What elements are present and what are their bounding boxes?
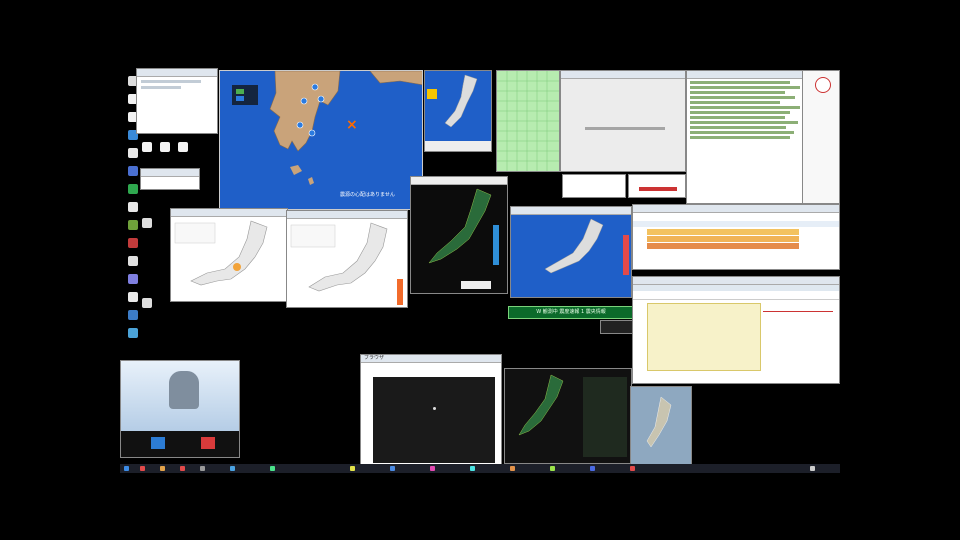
highlighted-rows bbox=[647, 303, 761, 371]
window-titlebar[interactable]: ブラウザ bbox=[361, 355, 501, 363]
taskbar-app-icon[interactable] bbox=[390, 466, 395, 471]
report-table-window[interactable] bbox=[632, 276, 840, 384]
data-panel bbox=[583, 377, 627, 457]
app-icon[interactable] bbox=[128, 328, 138, 338]
station-marker bbox=[300, 97, 308, 105]
window-titlebar[interactable] bbox=[137, 69, 217, 77]
intensity-legend bbox=[232, 85, 258, 105]
small-dialog[interactable] bbox=[140, 168, 200, 190]
station-marker bbox=[308, 129, 316, 137]
dark-japan-map-window[interactable] bbox=[410, 176, 508, 294]
window-titlebar[interactable] bbox=[287, 211, 407, 219]
alert-banner-text: W 観測中 震度速報 1 震央情報 bbox=[536, 309, 606, 315]
tray-icon[interactable] bbox=[810, 466, 815, 471]
progress-window[interactable] bbox=[628, 174, 686, 198]
app-icon[interactable] bbox=[128, 238, 138, 248]
taskbar-app-icon[interactable] bbox=[510, 466, 515, 471]
video-player[interactable] bbox=[373, 377, 495, 463]
taskbar-app-icon[interactable] bbox=[630, 466, 635, 471]
intensity-scale bbox=[397, 279, 403, 305]
quake-message: 震源の心配はありません bbox=[340, 192, 395, 198]
japan-landmass bbox=[428, 188, 492, 264]
taskbar bbox=[120, 464, 840, 473]
info-box bbox=[174, 222, 216, 244]
intensity-badge bbox=[427, 89, 437, 99]
small-window[interactable] bbox=[562, 174, 626, 198]
epicenter-marker: × bbox=[346, 117, 358, 133]
start-button[interactable] bbox=[124, 466, 129, 471]
japan-landmass bbox=[518, 374, 564, 436]
broadcast-window[interactable] bbox=[120, 360, 240, 458]
blue-japan-map-window[interactable] bbox=[510, 206, 632, 298]
logo-badge bbox=[461, 281, 491, 289]
japan-map-window-a[interactable] bbox=[170, 208, 288, 302]
presenter-figure bbox=[169, 371, 199, 409]
control-bar bbox=[121, 431, 239, 457]
window-titlebar[interactable] bbox=[141, 169, 199, 177]
taskbar-app-icon[interactable] bbox=[160, 466, 165, 471]
window-titlebar[interactable] bbox=[687, 71, 817, 79]
time-display bbox=[600, 320, 634, 334]
taskbar-app-icon[interactable] bbox=[200, 466, 205, 471]
satellite-map-window[interactable] bbox=[630, 386, 692, 466]
app-icon[interactable] bbox=[128, 274, 138, 284]
app-icon[interactable] bbox=[142, 142, 152, 152]
app-icon[interactable] bbox=[128, 220, 138, 230]
station-marker bbox=[296, 121, 304, 129]
alert-banner: W 観測中 震度速報 1 震央情報 bbox=[508, 306, 634, 319]
japan-map-window-small[interactable] bbox=[424, 70, 492, 152]
blank-window[interactable] bbox=[136, 68, 218, 134]
taskbar-app-icon[interactable] bbox=[350, 466, 355, 471]
earthquake-map-window[interactable]: × 震源の心配はありません bbox=[219, 70, 423, 210]
info-box bbox=[290, 224, 336, 248]
side-panel[interactable] bbox=[802, 70, 840, 204]
station-marker bbox=[311, 83, 319, 91]
app-icon[interactable] bbox=[128, 148, 138, 158]
taskbar-app-icon[interactable] bbox=[230, 466, 235, 471]
data-table-window[interactable] bbox=[632, 204, 840, 270]
window-titlebar[interactable] bbox=[511, 207, 631, 215]
clock-icon bbox=[815, 77, 831, 93]
intensity-scale bbox=[493, 225, 499, 265]
info-button[interactable] bbox=[151, 437, 165, 449]
status-bar bbox=[425, 141, 491, 151]
stop-button[interactable] bbox=[201, 437, 215, 449]
japan-map-window-b[interactable] bbox=[286, 210, 408, 308]
gray-dialog-window[interactable] bbox=[560, 70, 686, 172]
taskbar-app-icon[interactable] bbox=[140, 466, 145, 471]
intensity-marker bbox=[233, 263, 241, 271]
desktop-screen: × 震源の心配はありません W 観測中 震度速報 1 震央情報 ブラウザ bbox=[120, 68, 840, 473]
log-list-window[interactable] bbox=[686, 70, 818, 204]
taskbar-app-icon[interactable] bbox=[270, 466, 275, 471]
app-icon[interactable] bbox=[142, 298, 152, 308]
taskbar-app-icon[interactable] bbox=[180, 466, 185, 471]
app-icon[interactable] bbox=[128, 256, 138, 266]
browser-window[interactable]: ブラウザ bbox=[360, 354, 502, 466]
window-titlebar[interactable] bbox=[411, 177, 507, 185]
app-icon[interactable] bbox=[128, 184, 138, 194]
app-icon[interactable] bbox=[128, 202, 138, 212]
taskbar-app-icon[interactable] bbox=[590, 466, 595, 471]
app-icon[interactable] bbox=[128, 292, 138, 302]
green-grid-window[interactable] bbox=[496, 70, 560, 172]
app-icon[interactable] bbox=[128, 310, 138, 320]
window-titlebar[interactable] bbox=[171, 209, 287, 217]
kyushu-map: × bbox=[220, 71, 422, 209]
app-icon[interactable] bbox=[178, 142, 188, 152]
intensity-scale bbox=[623, 235, 629, 275]
seismic-map-window[interactable] bbox=[504, 368, 632, 464]
station-marker bbox=[317, 95, 325, 103]
window-titlebar[interactable] bbox=[633, 277, 839, 285]
window-titlebar[interactable] bbox=[633, 205, 839, 213]
taskbar-app-icon[interactable] bbox=[550, 466, 555, 471]
app-icon[interactable] bbox=[160, 142, 170, 152]
app-icon[interactable] bbox=[142, 218, 152, 228]
window-titlebar[interactable] bbox=[561, 71, 685, 79]
taskbar-app-icon[interactable] bbox=[430, 466, 435, 471]
taskbar-app-icon[interactable] bbox=[470, 466, 475, 471]
app-icon[interactable] bbox=[128, 166, 138, 176]
